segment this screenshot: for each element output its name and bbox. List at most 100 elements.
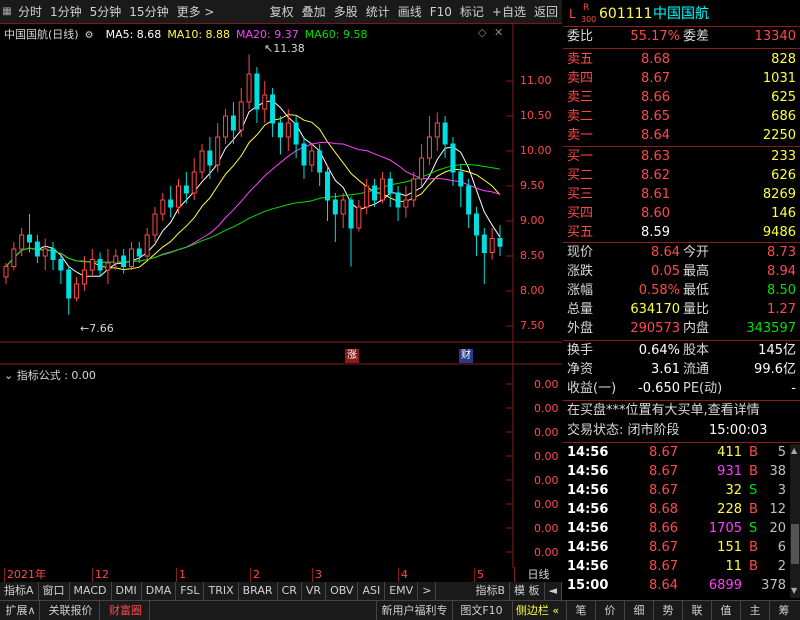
cai-badge[interactable]: 财: [459, 349, 473, 363]
status-right-tab[interactable]: 细: [624, 601, 653, 620]
status-mid-item[interactable]: 图文F10: [452, 601, 510, 620]
indicator-tick-label: 0.00: [534, 522, 559, 535]
status-mid-item[interactable]: 侧边栏 «: [512, 601, 562, 620]
indicator-tab[interactable]: ASI: [358, 582, 386, 600]
settings-icon[interactable]: ⚙: [82, 29, 96, 43]
toolbar-item-more[interactable]: 更多 >: [173, 0, 219, 24]
toolbar-item-tongji[interactable]: 统计: [362, 0, 394, 24]
indicator-tab[interactable]: DMI: [112, 582, 142, 600]
candle-body: [277, 122, 283, 138]
tick-price: 8.67: [649, 445, 678, 460]
min-price-label: ←7.66: [80, 322, 114, 335]
bid-price: 8.59: [641, 225, 670, 240]
status-right-tab[interactable]: 联: [682, 601, 711, 620]
toolbar-item-zixuan[interactable]: +自选: [488, 0, 530, 24]
indicator-tab[interactable]: FSL: [176, 582, 205, 600]
price-tick-label: 11.00: [520, 74, 552, 87]
ask-row: 卖四 8.67 1031: [563, 69, 800, 89]
indicator-tab[interactable]: VR: [302, 582, 327, 600]
toolbar-item-f10[interactable]: F10: [426, 0, 456, 24]
status-right-tab[interactable]: 主: [740, 601, 769, 620]
status-right-tab[interactable]: 筹: [769, 601, 798, 620]
ask-volume: 2250: [762, 128, 796, 143]
candle-body: [81, 269, 87, 285]
status-left-item[interactable]: 关联报价: [42, 601, 100, 620]
close-icon[interactable]: ✕: [494, 26, 503, 39]
indicator-tab[interactable]: 指标B: [471, 582, 511, 600]
date-tick-label: 4: [398, 568, 408, 582]
toolbar-item-1min[interactable]: 1分钟: [46, 0, 86, 24]
period-button[interactable]: 日线: [514, 567, 562, 582]
toolbar-item-duogu[interactable]: 多股: [330, 0, 362, 24]
candle-body: [97, 259, 103, 271]
toolbar-item-15min[interactable]: 15分钟: [125, 0, 172, 24]
indicator-tab[interactable]: EMV: [385, 582, 419, 600]
ask-price: 8.65: [641, 109, 670, 124]
kline-chart[interactable]: [0, 24, 562, 568]
chevron-down-icon[interactable]: ⌄: [4, 369, 13, 382]
weicha-value: 13340: [754, 29, 796, 44]
status-left-item[interactable]: 财富圈: [102, 601, 150, 620]
indicator-tab[interactable]: 窗口: [39, 582, 70, 600]
toolbar-item-biaoji[interactable]: 标记: [456, 0, 488, 24]
trade-status: 交易状态: 闭市阶段 15:00:03: [563, 421, 800, 441]
stat-value: 290573: [630, 321, 680, 336]
indicator-tab[interactable]: BRAR: [239, 582, 278, 600]
tick-count: 5: [777, 445, 786, 460]
bid-price: 8.63: [641, 149, 670, 164]
candle-body: [66, 269, 72, 299]
max-price-label: ↖11.38: [264, 42, 305, 55]
ask-volume: 686: [771, 109, 796, 124]
fund-label: 流通: [683, 362, 710, 377]
toolbar-item-fanhui[interactable]: 返回: [530, 0, 562, 24]
candle-body: [356, 206, 362, 229]
candle-body: [105, 262, 111, 271]
candle-body: [160, 199, 166, 215]
grid-icon[interactable]: ▦: [0, 5, 14, 19]
indicator-tab[interactable]: DMA: [142, 582, 177, 600]
tick-row: 14:56 8.66 1705 S 20: [563, 519, 800, 539]
indicator-tab[interactable]: CR: [278, 582, 302, 600]
stat-row: 涨幅 0.58% 最低 8.50: [563, 281, 800, 301]
status-right-tab[interactable]: 值: [711, 601, 740, 620]
ma-legend: MA5: 8.68 MA10: 8.88 MA20: 9.37 MA60: 9.58: [100, 28, 368, 41]
tick-volume: 11: [725, 559, 742, 574]
toolbar-item-fuquan[interactable]: 复权: [266, 0, 298, 24]
big-order-notice[interactable]: 在买盘***位置有大买单,查看详情: [563, 401, 800, 421]
price-axis: 11.00 10.50 10.00 9.50 9.00 8.50 8.00 7.50: [516, 24, 562, 344]
tick-time: 14:56: [567, 464, 609, 479]
status-mid-item[interactable]: 新用户福利专享: [376, 601, 452, 620]
status-left-item[interactable]: 扩展∧: [2, 601, 40, 620]
bid-volume: 146: [771, 206, 796, 221]
status-right-tab[interactable]: 笔: [566, 601, 595, 620]
candle-body: [144, 234, 150, 257]
candle-body: [411, 178, 417, 201]
toolbar-item-5min[interactable]: 5分钟: [86, 0, 126, 24]
indicator-tab[interactable]: TRIX: [204, 582, 239, 600]
indicator-tick-label: 0.00: [534, 474, 559, 487]
ask-row: 卖二 8.65 686: [563, 107, 800, 127]
toolbar-item-diejia[interactable]: 叠加: [298, 0, 330, 24]
ask-price: 8.66: [641, 90, 670, 105]
indicator-tab[interactable]: MACD: [70, 582, 112, 600]
indicator-tab[interactable]: 模 板: [510, 582, 545, 600]
price-tick-label: 8.00: [520, 284, 545, 297]
bid-price: 8.60: [641, 206, 670, 221]
indicator-tab[interactable]: OBV: [326, 582, 359, 600]
diamond-icon[interactable]: ◇: [478, 26, 486, 39]
weibi-value: 55.17%: [630, 29, 680, 44]
indicator-tab[interactable]: ◄: [545, 582, 562, 600]
candle-body: [379, 178, 385, 201]
toolbar-item-fenshi[interactable]: 分时: [14, 0, 46, 24]
tick-time: 14:56: [567, 445, 609, 460]
candle-body: [238, 101, 244, 131]
status-right-tab[interactable]: 势: [653, 601, 682, 620]
zhang-badge[interactable]: 涨: [345, 349, 359, 363]
bid-volume: 9486: [762, 225, 796, 240]
toolbar-item-huaxian[interactable]: 画线: [394, 0, 426, 24]
indicator-tab[interactable]: 指标A: [0, 582, 39, 600]
status-right-tab[interactable]: 价: [595, 601, 624, 620]
ask-label: 卖一: [567, 128, 594, 143]
indicator-tab[interactable]: >: [418, 582, 437, 600]
fund-label: PE(动): [683, 381, 723, 396]
